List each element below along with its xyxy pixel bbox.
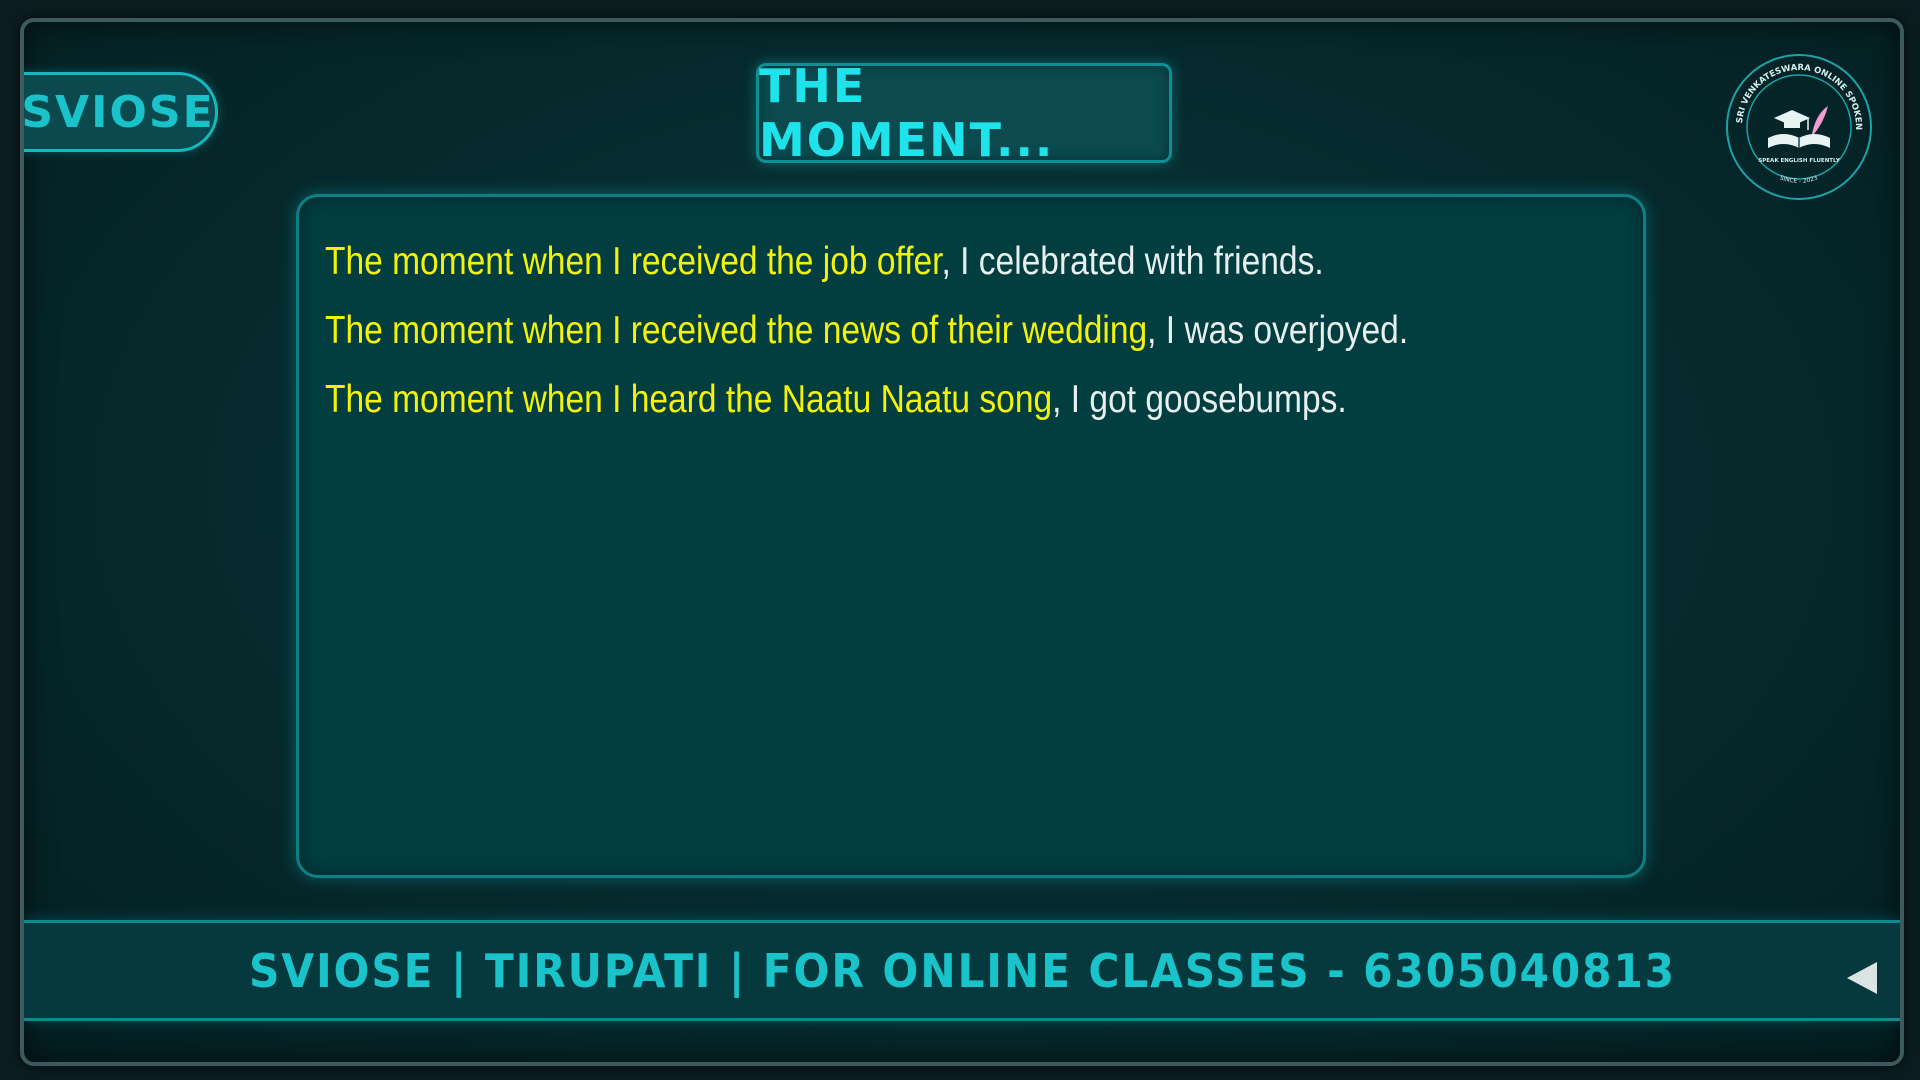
footer-text: SVIOSE | TIRUPATI | FOR ONLINE CLASSES -…	[248, 943, 1676, 998]
sentence-1-rest: , I celebrated with friends.	[941, 240, 1324, 283]
brand-tab: SVIOSE	[21, 72, 218, 152]
sentence-1-highlight: The moment when I received the job offer	[325, 240, 942, 283]
brand-label: SVIOSE	[21, 86, 215, 138]
triangle-left-icon[interactable]	[1847, 962, 1877, 994]
sentence-list: The moment when I received the job offer…	[325, 227, 1623, 434]
sentence-3: The moment when I heard the Naatu Naatu …	[325, 365, 1441, 434]
slide-title-box: THE MOMENT...	[756, 59, 1172, 167]
sentence-3-highlight: The moment when I heard the Naatu Naatu …	[325, 378, 1053, 421]
logo-tagline: SPEAK ENGLISH FLUENTLY	[1758, 158, 1840, 164]
sentence-2: The moment when I received the news of t…	[325, 296, 1441, 365]
slide-frame: SVIOSE THE MOMENT... SRI VENKATESWARA ON…	[20, 18, 1904, 1066]
logo-since: SINCE - 2023	[1779, 174, 1819, 185]
sentence-3-rest: , I got goosebumps.	[1052, 378, 1347, 421]
slide-title: THE MOMENT...	[759, 59, 1055, 167]
sentence-2-highlight: The moment when I received the news of t…	[325, 309, 1148, 352]
svg-text:SINCE - 2023: SINCE - 2023	[1779, 174, 1819, 185]
graduation-book-icon	[1768, 106, 1830, 148]
sentence-1: The moment when I received the job offer…	[325, 227, 1441, 296]
school-logo: SRI VENKATESWARA ONLINE SPOKEN ENGLISH S…	[1724, 52, 1872, 200]
content-panel: The moment when I received the job offer…	[296, 194, 1646, 878]
sentence-2-rest: , I was overjoyed.	[1147, 309, 1409, 352]
footer-banner: SVIOSE | TIRUPATI | FOR ONLINE CLASSES -…	[24, 920, 1900, 1021]
